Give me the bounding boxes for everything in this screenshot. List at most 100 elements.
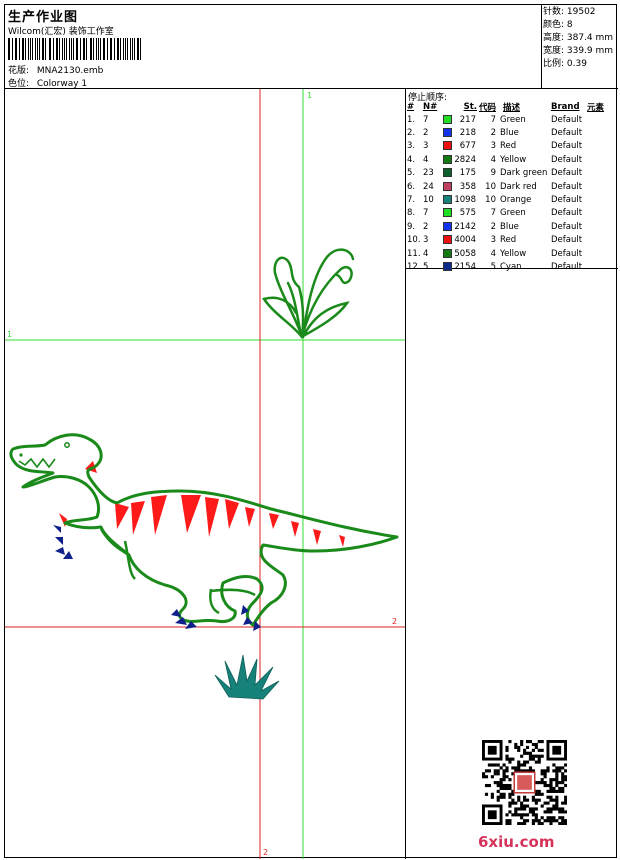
stop-description: Red — [500, 141, 517, 152]
stop-element — [587, 140, 617, 153]
site-watermark: 6xiu.com — [478, 833, 555, 851]
design-value: MNA2130.emb — [36, 66, 104, 76]
stop-row: 1. 7 217 7 Green Default — [407, 113, 617, 126]
stop-stitches: 2154 — [454, 261, 476, 272]
qr-module — [508, 792, 512, 796]
dinosaur-outline — [9, 433, 399, 627]
qr-module — [540, 822, 544, 825]
stop-stitches: 2824 — [454, 154, 476, 165]
stop-stitches: 575 — [459, 208, 476, 219]
stat-height: 高度: 387.4 mm — [543, 33, 614, 43]
qr-module — [514, 813, 518, 817]
qr-module — [558, 816, 562, 820]
qr-module — [561, 789, 565, 793]
qr-module — [517, 766, 521, 770]
qr-module — [523, 763, 527, 767]
qr-module — [549, 822, 553, 825]
barcode-bar — [65, 38, 67, 60]
back-spikes — [59, 461, 345, 547]
stop-element — [587, 260, 617, 273]
qr-module — [555, 781, 559, 785]
qr-module — [555, 819, 559, 823]
stop-brand: Default — [551, 168, 583, 179]
qr-module — [543, 772, 547, 776]
qr-module — [561, 775, 565, 779]
barcode — [8, 38, 144, 60]
stop-element — [587, 207, 617, 220]
qr-module — [564, 795, 567, 799]
stop-description: Yellow — [500, 154, 527, 165]
stop-description: Dark red — [500, 181, 537, 192]
qr-finder — [487, 810, 497, 820]
sheet-title: 生产作业图 — [8, 10, 79, 25]
stop-row: 4. 4 2824 4 Yellow Default — [407, 153, 617, 166]
qr-module — [531, 757, 535, 761]
qr-module — [520, 813, 524, 817]
qr-module — [537, 748, 541, 752]
qr-module — [531, 807, 535, 811]
stop-description: Blue — [500, 128, 519, 139]
qr-module — [502, 795, 506, 799]
qr-module — [520, 763, 524, 767]
qr-module — [540, 748, 544, 752]
stop-stitch-cell: 2142 — [443, 220, 479, 233]
qr-module — [499, 783, 503, 788]
qr-finder — [552, 745, 562, 755]
design-canvas[interactable]: 1 1 2 2 — [5, 89, 406, 859]
stop-stitch-cell: 1098 — [443, 193, 479, 206]
stop-brand: Default — [551, 154, 583, 165]
qr-module — [517, 822, 521, 825]
stop-stitch-cell: 575 — [443, 207, 479, 220]
qr-module — [531, 819, 535, 823]
qr-module — [555, 783, 559, 788]
stop-brand: Default — [551, 235, 583, 246]
stat-stitches: 针数: 19502 — [543, 7, 596, 17]
qr-module — [487, 783, 491, 788]
qr-module — [528, 807, 533, 811]
col-n-header: N# — [423, 102, 438, 112]
qr-module — [534, 745, 538, 749]
col-element-header: 元素 — [587, 103, 605, 113]
qr-module — [520, 804, 524, 808]
qr-module — [549, 810, 553, 814]
sheet-header: 生产作业图 Wilcom(汇宏) 装饰工作室 花版: MNA2130.emb 色… — [5, 5, 542, 89]
qr-module — [540, 804, 544, 808]
stop-n: 2 — [423, 128, 429, 139]
qr-module — [514, 745, 518, 749]
qr-module — [561, 822, 565, 825]
stop-element — [587, 113, 617, 126]
qr-module — [537, 757, 541, 761]
stop-code: 2 — [490, 221, 496, 232]
qr-module — [546, 816, 550, 820]
qr-module — [505, 748, 509, 752]
qr-module — [543, 810, 547, 814]
qr-module — [564, 778, 567, 782]
stop-index: 11. — [407, 248, 421, 259]
stop-row: 11. 4 5058 4 Yellow Default — [407, 247, 617, 260]
red-vertical-guide-label: 2 — [263, 848, 269, 857]
qr-module — [496, 781, 500, 785]
qr-module — [540, 754, 544, 758]
qr-module — [517, 748, 521, 752]
qr-module — [502, 786, 506, 791]
qr-module — [523, 795, 527, 799]
green-horizontal-guide-label: 1 — [7, 330, 13, 339]
stop-n: 24 — [423, 181, 434, 192]
design-preview — [5, 89, 405, 859]
qr-module — [540, 772, 544, 776]
qr-module — [534, 798, 538, 802]
qr-module — [508, 757, 512, 761]
qr-module — [558, 807, 562, 811]
stop-code: 3 — [490, 235, 496, 246]
stop-code: 5 — [490, 261, 496, 272]
qr-module — [531, 822, 535, 825]
stop-row: 9. 2 2142 2 Blue Default — [407, 220, 617, 233]
qr-module — [537, 819, 541, 823]
qr-module — [552, 786, 556, 791]
stop-stitches: 2142 — [454, 221, 476, 232]
qr-module — [508, 786, 512, 791]
stop-index: 4. — [407, 154, 416, 165]
stop-stitch-cell: 5058 — [443, 247, 479, 260]
qr-module — [525, 804, 530, 808]
qr-module — [543, 819, 547, 823]
